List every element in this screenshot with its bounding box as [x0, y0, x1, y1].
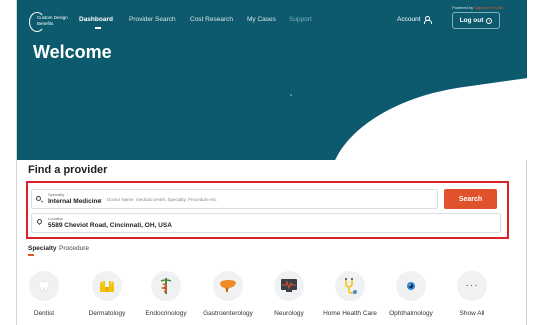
chip-close-icon[interactable]: × [98, 198, 102, 205]
hero-dot-decoration [290, 94, 292, 96]
powered-by-prefix: Powered by [452, 5, 474, 10]
specialty-chip: Internal Medicine [48, 198, 102, 205]
powered-by: Powered by Sapphire Health [452, 5, 503, 10]
specialty-label: Endocrinology [145, 310, 187, 317]
powered-by-name: Sapphire Health [474, 5, 503, 10]
tab-active-underline [28, 254, 34, 256]
tooth-icon [29, 271, 59, 301]
provider-search-panel: Specialty Internal Medicine × Doctor Nam… [26, 181, 509, 239]
specialty-field-label: Specialty [48, 192, 65, 197]
nav-dashboard[interactable]: Dashboard [79, 16, 113, 23]
stethoscope-icon [335, 271, 365, 301]
liver-icon [213, 271, 243, 301]
hero-banner [17, 0, 527, 160]
nav-active-underline [95, 27, 101, 29]
location-input[interactable]: Location 5589 Cheviot Road, Cincinnati, … [31, 213, 501, 233]
brand-logo[interactable]: Custom Design Benefits [29, 12, 69, 34]
nav-provider-search[interactable]: Provider Search [129, 16, 176, 23]
tab-specialty[interactable]: Specialty [28, 245, 57, 252]
specialty-placeholder: Doctor Name, medical center, Specialty, … [107, 197, 218, 202]
logout-arrow-icon: › [486, 17, 493, 24]
logo-text: Custom Design Benefits [37, 15, 68, 26]
monitor-pulse-icon [274, 271, 304, 301]
nav-my-cases[interactable]: My Cases [247, 16, 276, 23]
hands-icon [92, 271, 122, 301]
specialty-label: Gastroenterology [203, 310, 253, 317]
page-title: Welcome [33, 42, 112, 62]
specialty-item-endocrinology[interactable]: Endocrinology [131, 271, 201, 317]
logout-button[interactable]: Log out › [452, 12, 500, 29]
specialty-item-show-all[interactable]: ··· Show All [437, 271, 507, 317]
specialty-item-home-health-care[interactable]: Home Health Care [315, 271, 385, 317]
specialty-input[interactable]: Specialty Internal Medicine × Doctor Nam… [31, 189, 438, 209]
specialty-label: Neurology [274, 310, 304, 317]
specialty-item-neurology[interactable]: Neurology [254, 271, 324, 317]
specialty-label: Dentist [33, 310, 55, 317]
tab-procedure[interactable]: Procedure [59, 245, 89, 252]
specialty-item-gastroenterology[interactable]: Gastroenterology [193, 271, 263, 317]
logout-label: Log out [459, 17, 484, 24]
search-button[interactable]: Search [444, 189, 497, 209]
nav-cost-research[interactable]: Cost Research [190, 16, 233, 23]
specialty-item-ophthalmology[interactable]: Ophthalmology [376, 271, 446, 317]
location-field-label: Location [48, 216, 64, 221]
nav-support[interactable]: Support [289, 16, 312, 23]
specialty-label: Ophthalmology [389, 310, 433, 317]
user-icon [423, 16, 432, 24]
specialty-label: Home Health Care [323, 310, 377, 317]
caduceus-icon [151, 271, 181, 301]
hero-curve-decoration [318, 73, 527, 160]
find-provider-heading: Find a provider [28, 164, 108, 176]
eye-icon [396, 271, 426, 301]
location-pin-icon [35, 217, 44, 226]
account-menu[interactable]: Account [397, 16, 432, 24]
specialty-item-dentist[interactable]: Dentist [9, 271, 79, 317]
specialty-label: Show All [459, 310, 485, 317]
search-icon [36, 196, 41, 201]
location-value: 5589 Cheviot Road, Cincinnati, OH, USA [48, 222, 172, 229]
ellipsis-icon: ··· [457, 271, 487, 301]
account-label: Account [397, 16, 421, 23]
